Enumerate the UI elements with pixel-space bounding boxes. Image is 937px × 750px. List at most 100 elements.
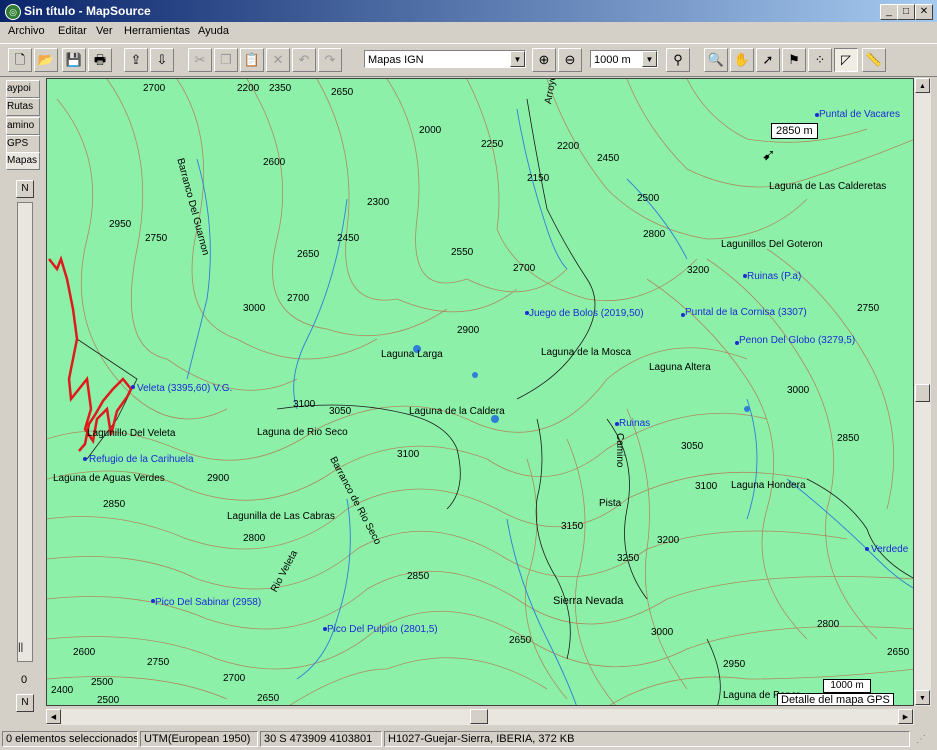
chevron-down-icon[interactable]: ▼	[642, 51, 657, 67]
map-label-penon-globo[interactable]: Penon Del Globo (3279,5)	[739, 335, 855, 347]
tab-routes[interactable]: Rutas	[6, 98, 40, 116]
contour-label: 2550	[451, 247, 474, 258]
contour-label: 2800	[643, 229, 666, 240]
contour-label: 2750	[145, 233, 168, 244]
menu-ayuda[interactable]: Ayuda	[198, 25, 229, 37]
toolbar: 🗋 📂 💾 🖶 ⇪ ⇩ ✂ ❐ 📋 ✕ ↶ ↷ Mapas IGN ▼ ⊕ ⊖ …	[0, 43, 937, 77]
side-bottom-button[interactable]: N	[16, 694, 34, 712]
menu-editar[interactable]: Editar	[58, 25, 87, 37]
menu-archivo[interactable]: Archivo	[8, 25, 45, 37]
contour-label: 2500	[91, 677, 114, 688]
chevron-down-icon[interactable]: ▼	[510, 51, 525, 67]
paste-icon[interactable]: 📋	[240, 48, 264, 72]
zoom-out-icon[interactable]: ⊖	[558, 48, 582, 72]
undo-icon[interactable]: ↶	[292, 48, 316, 72]
scroll-right-icon[interactable]: ▶	[898, 709, 913, 724]
status-mapset: H1027-Guejar-Sierra, IBERIA, 372 KB	[384, 731, 910, 747]
map-label-puntal-cornisa[interactable]: Puntal de la Cornisa (3307)	[685, 307, 807, 319]
contour-label: 2450	[597, 153, 620, 164]
tab-gps[interactable]: GPS	[6, 135, 40, 153]
close-button[interactable]: ✕	[915, 4, 933, 20]
zoom-scale-value: 1000 m	[594, 54, 631, 66]
find-binoculars-icon[interactable]: ⚲	[666, 48, 690, 72]
map-detail-label: Detalle del mapa GPS	[777, 693, 894, 705]
zoom-scale-select[interactable]: 1000 m ▼	[590, 50, 658, 68]
horizontal-scrollbar[interactable]: ◀ ▶	[46, 709, 914, 725]
contour-label: 2650	[257, 693, 280, 704]
contour-label: 2700	[223, 673, 246, 684]
map-label-laguna-hondera: Laguna Hondera	[731, 480, 806, 491]
resize-grip-icon[interactable]: ⋰	[916, 734, 926, 745]
contour-label: 3050	[681, 441, 704, 452]
minimize-button[interactable]: _	[880, 4, 898, 20]
select-arrow-icon[interactable]: ➚	[756, 48, 780, 72]
poi-markers	[83, 113, 869, 631]
contour-label: 2200	[557, 141, 580, 152]
contour-label: 3000	[787, 385, 810, 396]
contour-label: 2700	[513, 263, 536, 274]
contour-label: 3100	[293, 399, 316, 410]
menu-ver[interactable]: Ver	[96, 25, 113, 37]
map-label-veleta[interactable]: Veleta (3395,60) V.G.	[137, 383, 232, 395]
delete-icon[interactable]: ✕	[266, 48, 290, 72]
contour-label: 2900	[207, 473, 230, 484]
contour-label: 2200	[237, 83, 260, 94]
zoom-in-icon[interactable]: ⊕	[532, 48, 556, 72]
map-label-pico-pulpito[interactable]: Pico Del Pulpito (2801,5)	[327, 624, 438, 636]
contour-label: 2850	[837, 433, 860, 444]
track-tool-icon[interactable]: ◸	[834, 48, 858, 72]
map-view[interactable]: Puntal de Vacares Ruinas (P.a) Juego de …	[46, 78, 914, 706]
map-label-juego-bolos[interactable]: Juego de Bolos (2019,50)	[529, 308, 644, 320]
map-label-laguna-calderetas: Laguna de Las Calderetas	[769, 181, 887, 192]
route-tool-icon[interactable]: ⁘	[808, 48, 832, 72]
print-icon[interactable]: 🖶	[88, 48, 112, 72]
status-position: 30 S 473909 4103801	[260, 731, 382, 747]
save-icon[interactable]: 💾	[62, 48, 86, 72]
scroll-up-icon[interactable]: ▲	[915, 78, 930, 93]
tab-waypoints[interactable]: aypoi	[6, 80, 40, 98]
map-label-laguna-aguas-verdes: Laguna de Aguas Verdes	[53, 473, 165, 484]
maximize-button[interactable]: □	[897, 4, 915, 20]
map-label-laguna-rio-seco: Laguna de Rio Seco	[257, 427, 348, 438]
tab-tracks[interactable]: amino	[6, 117, 40, 135]
map-label-verdede[interactable]: Verdede	[871, 544, 908, 556]
map-product-select[interactable]: Mapas IGN ▼	[364, 50, 526, 68]
waypoint-flag-icon[interactable]: ⚑	[782, 48, 806, 72]
copy-icon[interactable]: ❐	[214, 48, 238, 72]
contour-label: 2950	[109, 219, 132, 230]
contour-label: 2650	[887, 647, 910, 658]
contour-label: 2150	[527, 173, 550, 184]
hand-pan-icon[interactable]: ✋	[730, 48, 754, 72]
vertical-scroll-thumb[interactable]	[915, 384, 930, 402]
contour-label: 2750	[147, 657, 170, 668]
zoom-tool-icon[interactable]: 🔍	[704, 48, 728, 72]
side-slider-track[interactable]	[17, 202, 33, 662]
scroll-down-icon[interactable]: ▼	[915, 690, 930, 705]
horizontal-scroll-thumb[interactable]	[470, 709, 488, 724]
upload-to-device-icon[interactable]: ⇪	[124, 48, 148, 72]
scroll-left-icon[interactable]: ◀	[46, 709, 61, 724]
map-label-pico-sabinar[interactable]: Pico Del Sabinar (2958)	[155, 597, 261, 609]
contour-label: 2500	[97, 695, 120, 706]
side-panel: N || 0 N	[12, 176, 38, 716]
map-label-ruinas-pa[interactable]: Ruinas (P.a)	[747, 271, 801, 283]
vertical-scrollbar[interactable]: ▲ ▼	[914, 78, 931, 706]
map-label-refugio-carihuela[interactable]: Refugio de la Carihuela	[89, 454, 194, 466]
menu-herramientas[interactable]: Herramientas	[124, 25, 190, 37]
side-top-button[interactable]: N	[16, 180, 34, 198]
map-label-ruinas[interactable]: Ruinas	[619, 418, 650, 430]
measure-ruler-icon[interactable]: 📏	[862, 48, 886, 72]
open-folder-icon[interactable]: 📂	[34, 48, 58, 72]
download-from-device-icon[interactable]: ⇩	[150, 48, 174, 72]
contour-label: 3000	[243, 303, 266, 314]
contour-label: 2650	[509, 635, 532, 646]
contour-label: 2850	[103, 499, 126, 510]
map-label-puntal-vacares[interactable]: Puntal de Vacares	[819, 109, 900, 121]
cut-icon[interactable]: ✂	[188, 48, 212, 72]
tab-maps[interactable]: Mapas	[6, 152, 40, 170]
status-selection: 0 elementos seleccionados	[2, 731, 138, 747]
slider-handle-icon[interactable]: ||	[18, 642, 23, 653]
status-datum: UTM(European 1950)	[140, 731, 258, 747]
new-file-icon[interactable]: 🗋	[8, 48, 32, 72]
redo-icon[interactable]: ↷	[318, 48, 342, 72]
